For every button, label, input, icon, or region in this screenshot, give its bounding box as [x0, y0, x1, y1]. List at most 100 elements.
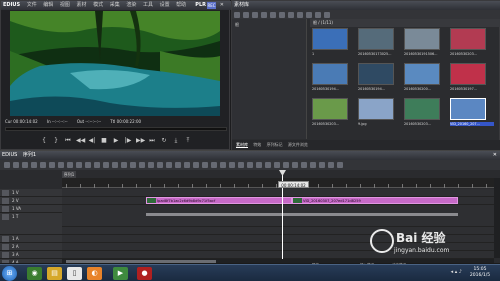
timeline-tool-icon[interactable] — [274, 162, 280, 168]
timeline-tool-icon[interactable] — [283, 162, 289, 168]
bin-clip-item[interactable]: 20160530200... — [404, 63, 440, 97]
fast-forward-icon[interactable]: ▶▶ — [136, 137, 145, 145]
timeline-tool-icon[interactable] — [121, 162, 127, 168]
cut-icon[interactable] — [279, 11, 285, 18]
track-toggle-icon[interactable] — [2, 190, 9, 196]
edius-taskbar-icon[interactable]: ▶ — [113, 267, 128, 280]
menu-mode[interactable]: 模式 — [93, 2, 103, 8]
step-back-icon[interactable]: ◀| — [88, 137, 96, 145]
lane-3[interactable] — [62, 205, 494, 227]
up-icon[interactable] — [252, 11, 258, 18]
track-toggle-icon[interactable] — [2, 214, 9, 220]
close-icon[interactable]: ✕ — [220, 1, 224, 10]
open-icon[interactable] — [270, 11, 276, 18]
bin-clip-item[interactable]: VID_20160_207... — [450, 98, 494, 132]
copy-icon[interactable] — [288, 11, 294, 18]
sequence-tab[interactable]: 序列1 — [62, 171, 76, 178]
video-clip-1[interactable]: Ipad8f7b1ac2c6d9b8d9c71f5acf — [146, 197, 292, 204]
timeline-tool-icon[interactable] — [49, 162, 55, 168]
stop-icon[interactable]: ■ — [100, 137, 108, 145]
set-out-icon[interactable]: } — [52, 137, 60, 145]
timeline-vertical-scrollbar[interactable] — [494, 178, 500, 258]
lane-1[interactable] — [62, 189, 494, 197]
system-tray[interactable]: ◂ ▴ ♪ — [422, 269, 462, 278]
timeline-tool-icon[interactable] — [58, 162, 64, 168]
folder-icon[interactable] — [234, 11, 240, 18]
timeline-tool-icon[interactable] — [22, 162, 28, 168]
timeline-tool-icon[interactable] — [193, 162, 199, 168]
prev-edit-icon[interactable]: ⏮ — [64, 137, 72, 145]
timeline-tool-icon[interactable] — [31, 162, 37, 168]
menu-capture[interactable]: 采集 — [110, 2, 120, 8]
timeline-tool-icon[interactable] — [148, 162, 154, 168]
timeline-close-icon[interactable]: ✕ — [493, 151, 497, 160]
timeline-tool-icon[interactable] — [103, 162, 109, 168]
rec-mode-button[interactable]: REC — [207, 2, 216, 9]
start-button[interactable]: ⊞ — [2, 266, 17, 281]
rewind-icon[interactable]: ◀◀ — [76, 137, 85, 145]
timeline-tool-icon[interactable] — [247, 162, 253, 168]
video-clip-2[interactable]: VID_20160307_207ed171d8259 — [292, 197, 458, 204]
set-in-icon[interactable]: { — [40, 137, 48, 145]
next-edit-icon[interactable]: ⏭ — [148, 137, 156, 145]
menu-clip[interactable]: 素材 — [77, 2, 87, 8]
track-header[interactable]: 3 A — [0, 251, 62, 259]
overwrite-icon[interactable]: ⤓ — [172, 137, 180, 145]
properties-icon[interactable] — [315, 11, 321, 18]
timeline-tool-icon[interactable] — [220, 162, 226, 168]
view-icon[interactable] — [324, 11, 330, 18]
timeline-tool-icon[interactable] — [292, 162, 298, 168]
bin-clip-item[interactable]: 20160530194... — [312, 63, 348, 97]
tab-bin[interactable]: 素材库 — [236, 142, 248, 148]
track-header[interactable]: 1 A — [0, 235, 62, 243]
menu-render[interactable]: 渲染 — [126, 2, 136, 8]
timeline-tool-icon[interactable] — [40, 162, 46, 168]
timeline-tool-icon[interactable] — [184, 162, 190, 168]
menu-settings[interactable]: 设置 — [160, 2, 170, 8]
track-header[interactable]: 1 T — [0, 213, 62, 235]
timeline-tool-icon[interactable] — [328, 162, 334, 168]
timeline-tool-icon[interactable] — [238, 162, 244, 168]
track-toggle-icon[interactable] — [2, 236, 9, 242]
timeline-tool-icon[interactable] — [256, 162, 262, 168]
media-player-icon[interactable]: ◉ — [27, 267, 42, 280]
menu-tools[interactable]: 工具 — [143, 2, 153, 8]
paste-icon[interactable] — [297, 11, 303, 18]
loop-icon[interactable]: ↻ — [160, 137, 168, 145]
tab-source-browser[interactable]: 源文件浏览 — [288, 142, 308, 147]
timeline-tool-icon[interactable] — [67, 162, 73, 168]
clock[interactable]: 15:05 2016/1/5 — [464, 267, 496, 280]
track-header[interactable]: 1 VA — [0, 205, 62, 213]
player-scrub-bar[interactable] — [5, 127, 227, 131]
bin-clip-item[interactable]: 20160530203... — [312, 98, 348, 132]
timeline-tool-icon[interactable] — [139, 162, 145, 168]
timeline-tool-icon[interactable] — [229, 162, 235, 168]
timeline-tool-icon[interactable] — [76, 162, 82, 168]
track-header[interactable]: 1 V — [0, 189, 62, 197]
plr-mode-button[interactable]: PLR — [195, 1, 206, 10]
track-header[interactable]: 2 V — [0, 197, 62, 205]
track-toggle-icon[interactable] — [2, 244, 9, 250]
notepad-icon[interactable]: ▯ — [67, 267, 82, 280]
record-app-icon[interactable]: ● — [137, 267, 152, 280]
timeline-tool-icon[interactable] — [301, 162, 307, 168]
bin-clip-item[interactable]: 20160530173025... — [358, 28, 394, 62]
timeline-tool-icon[interactable] — [202, 162, 208, 168]
timeline-tool-icon[interactable] — [157, 162, 163, 168]
bin-clip-item[interactable]: 20160530197... — [450, 63, 486, 97]
timeline-tool-icon[interactable] — [94, 162, 100, 168]
timeline-tool-icon[interactable] — [310, 162, 316, 168]
file-explorer-icon[interactable]: ▤ — [47, 267, 62, 280]
timeline-tool-icon[interactable] — [337, 162, 343, 168]
track-header[interactable]: 2 A — [0, 243, 62, 251]
delete-icon[interactable] — [306, 11, 312, 18]
tab-markers[interactable]: 序列标记 — [267, 142, 283, 147]
bin-clip-item[interactable]: 20160530194... — [358, 63, 394, 97]
menu-help[interactable]: 帮助 — [176, 2, 186, 8]
timeline-tool-icon[interactable] — [85, 162, 91, 168]
timeline-tool-icon[interactable] — [13, 162, 19, 168]
menu-view[interactable]: 视图 — [60, 2, 70, 8]
timeline-tool-icon[interactable] — [319, 162, 325, 168]
folder-root[interactable]: 根 — [235, 22, 303, 28]
timeline-tool-icon[interactable] — [211, 162, 217, 168]
